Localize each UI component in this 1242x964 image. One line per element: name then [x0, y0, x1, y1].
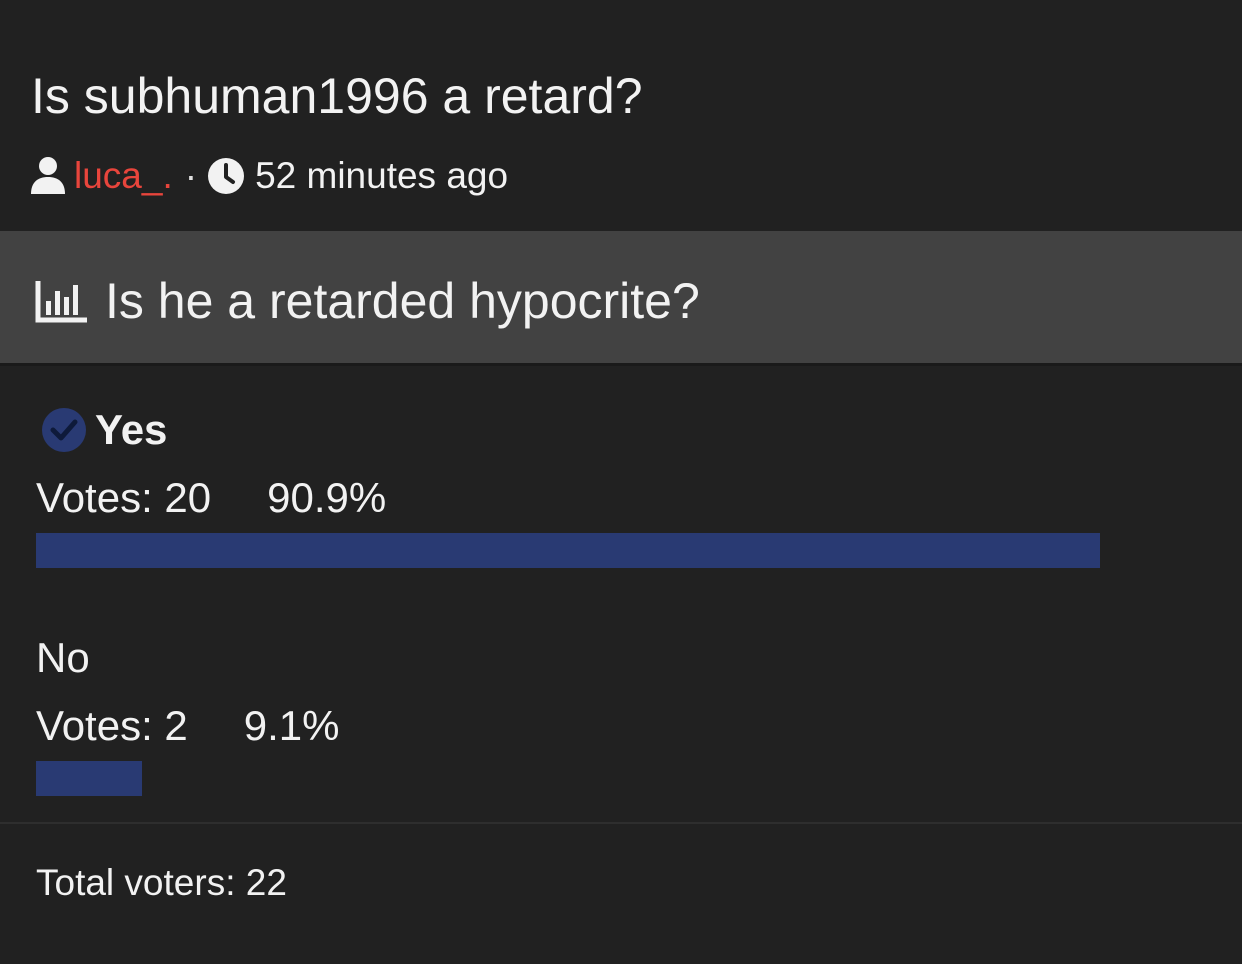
poll-option-no[interactable]: No Votes: 2 9.1% [36, 633, 1206, 796]
user-icon [30, 156, 66, 196]
option-label: No [36, 634, 90, 681]
option-label: Yes [95, 406, 168, 453]
poll-question-text: Is he a retarded hypocrite? [105, 273, 700, 329]
thread-header: Is subhuman1996 a retard? luca_. · 52 mi… [0, 0, 1242, 231]
option-votes: Votes: 2 [36, 702, 188, 749]
option-bar-track [36, 533, 1206, 568]
option-votes-line: Votes: 20 90.9% [36, 473, 1206, 523]
total-voters: Total voters: 22 [36, 862, 287, 903]
option-percent: 9.1% [243, 702, 340, 749]
option-label-row: No [36, 633, 1206, 683]
option-bar-track [36, 761, 1206, 796]
poll-footer-divider [0, 822, 1242, 824]
check-circle-icon [41, 407, 87, 453]
meta-separator: · [184, 155, 198, 196]
option-label-row: Yes [36, 405, 1206, 455]
clock-icon [207, 157, 245, 195]
poll-question: Is he a retarded hypocrite? [35, 271, 700, 331]
poll-question-bar: Is he a retarded hypocrite? [0, 231, 1242, 366]
option-bar-fill [36, 533, 1100, 568]
option-votes-line: Votes: 2 9.1% [36, 701, 1206, 751]
author-link[interactable]: luca_. [74, 155, 173, 197]
option-bar-fill [36, 761, 143, 796]
thread-title: Is subhuman1996 a retard? [31, 68, 643, 124]
option-percent: 90.9% [267, 474, 387, 521]
option-votes: Votes: 20 [36, 474, 212, 521]
poll-option-yes[interactable]: Yes Votes: 20 90.9% [36, 405, 1206, 568]
post-timestamp: 52 minutes ago [255, 155, 509, 196]
poll-chart-icon [35, 279, 89, 323]
thread-meta: luca_. · 52 minutes ago [30, 152, 508, 200]
